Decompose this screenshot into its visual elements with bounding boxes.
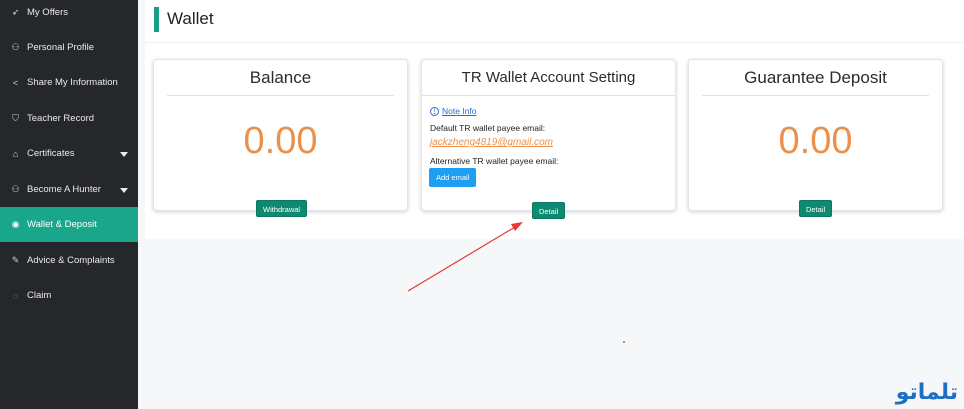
arrow-line: [407, 226, 516, 292]
annotation-arrow: [407, 222, 523, 292]
watermark-logo: تلماتو: [895, 380, 958, 405]
arrow-head: [511, 222, 523, 231]
stray-dot: [623, 341, 625, 343]
